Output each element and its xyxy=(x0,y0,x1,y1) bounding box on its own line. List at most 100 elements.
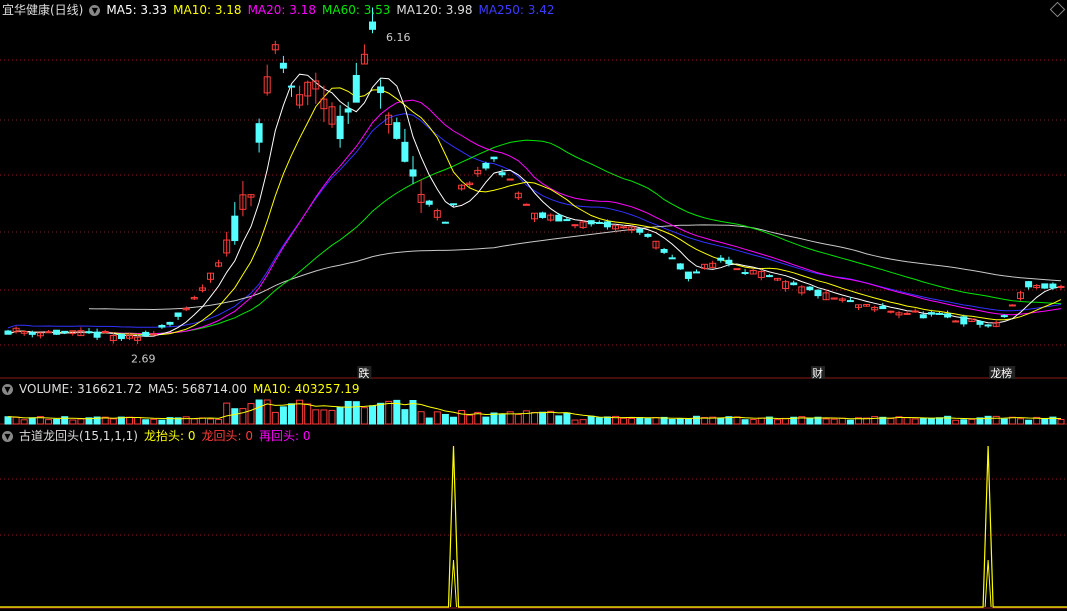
ma10-line xyxy=(7,87,1062,336)
volume-bar xyxy=(61,416,69,425)
candle-body xyxy=(344,108,352,113)
kline-chart[interactable]: 6.16 2.69 跌 财 龙榜 xyxy=(0,0,1067,611)
candle-body xyxy=(441,221,449,224)
candle-body xyxy=(150,333,158,336)
volume-bar xyxy=(555,415,563,425)
indicator-header: ▼ 古道龙回头(15,1,1,1) 龙抬头: 0 龙回头: 0 再回头: 0 xyxy=(2,427,316,445)
volume-bar xyxy=(838,417,846,425)
volume-bar xyxy=(304,403,312,425)
candle-body xyxy=(1041,283,1049,289)
event-marker: 财 xyxy=(812,366,823,380)
volume-bar xyxy=(871,416,879,425)
candle-body xyxy=(279,62,287,69)
candle-body xyxy=(336,115,344,140)
candle-body xyxy=(644,233,652,237)
candle-body xyxy=(620,226,628,229)
volume-bar xyxy=(377,402,385,425)
volume-bar xyxy=(1017,418,1024,425)
volume-bar xyxy=(960,419,968,425)
price-header: 宜华健康(日线) ▼ MA5: 3.33 MA10: 3.18 MA20: 3.18 MA… xyxy=(2,1,561,19)
candle-body xyxy=(506,178,514,181)
candle-body xyxy=(887,310,895,313)
candle-body xyxy=(490,156,498,160)
volume-bar xyxy=(1041,418,1049,425)
candle-body xyxy=(603,221,611,228)
ma20-label: MA20: 3.18 xyxy=(247,3,316,17)
event-marker: 跌 xyxy=(358,366,369,380)
candle-body xyxy=(911,310,919,313)
volume-bar xyxy=(603,416,611,425)
candle-body xyxy=(903,312,911,315)
candle-body xyxy=(255,123,263,143)
volume-bar xyxy=(717,418,725,425)
chevron-down-icon[interactable]: ▼ xyxy=(2,384,13,395)
volume-bar xyxy=(28,417,36,425)
vol-ma5-label: MA5: 568714.00 xyxy=(148,382,247,396)
candle-body xyxy=(1008,304,1016,307)
volume-bar xyxy=(1000,418,1008,425)
ma250-label: MA250: 3.42 xyxy=(478,3,555,17)
indicator-s3: 再回头: 0 xyxy=(258,429,311,443)
candle-body xyxy=(676,263,684,270)
candle-body xyxy=(927,312,935,315)
volume-bar xyxy=(531,411,538,425)
volume-bar xyxy=(279,406,287,425)
indicator-s2: 龙回头: 0 xyxy=(201,429,253,443)
volume-bar xyxy=(352,401,360,425)
candle-body xyxy=(377,86,385,94)
ma5-label: MA5: 3.33 xyxy=(106,3,168,17)
candle-body xyxy=(28,332,36,335)
volume-ma-line xyxy=(7,402,1062,420)
candle-body xyxy=(158,324,166,328)
volume-bar xyxy=(676,418,684,425)
volume-bar xyxy=(336,406,344,425)
volume-bar xyxy=(693,415,700,425)
volume-bar xyxy=(231,408,239,425)
volume-bar xyxy=(539,411,547,425)
volume-bar xyxy=(190,418,198,425)
chevron-down-icon[interactable]: ▼ xyxy=(2,431,13,442)
volume-bar xyxy=(271,411,279,425)
price-annotation: 2.69 xyxy=(131,353,156,366)
candle-body xyxy=(61,330,69,334)
candle-body xyxy=(142,331,150,337)
volume-bar xyxy=(458,410,466,425)
volume-bar xyxy=(595,417,603,425)
volume-bar xyxy=(142,419,150,425)
volume-bar xyxy=(757,417,765,425)
candle-body xyxy=(1025,281,1033,288)
volume-bar xyxy=(579,419,587,425)
volume-bar xyxy=(774,419,781,425)
volume-bar xyxy=(53,418,61,425)
volume-bar xyxy=(198,417,206,425)
volume-bar xyxy=(20,419,28,425)
candle-body xyxy=(85,331,93,334)
volume-bar xyxy=(450,416,457,425)
candle-body xyxy=(166,321,174,325)
volume-header: ▼ VOLUME: 316621.72 MA5: 568714.00 MA10: 40… xyxy=(2,380,366,398)
stock-name[interactable]: 宜华健康(日线) xyxy=(2,3,83,17)
chevron-down-icon[interactable]: ▼ xyxy=(89,5,101,16)
volume-bar xyxy=(433,411,441,425)
volume-bar xyxy=(830,418,838,425)
volume-bar xyxy=(952,419,960,425)
volume-bar xyxy=(968,418,976,425)
candle-body xyxy=(717,257,725,261)
volume-bar xyxy=(919,417,927,425)
candle-body xyxy=(790,282,798,286)
candle-body xyxy=(53,329,61,335)
volume-bar xyxy=(733,416,741,425)
candle-body xyxy=(393,122,401,139)
candle-body xyxy=(636,229,644,233)
candle-body xyxy=(571,224,579,227)
volume-bar xyxy=(223,402,231,425)
volume-bar xyxy=(514,413,522,425)
vol-ma10-label: MA10: 403257.19 xyxy=(252,382,360,396)
volume-bar xyxy=(360,407,368,425)
volume-bar xyxy=(846,419,854,425)
candle-body xyxy=(684,271,692,279)
volume-bar xyxy=(782,417,790,425)
volume-bar xyxy=(215,419,223,425)
candle-body xyxy=(952,320,960,323)
volume-bar xyxy=(441,413,449,425)
